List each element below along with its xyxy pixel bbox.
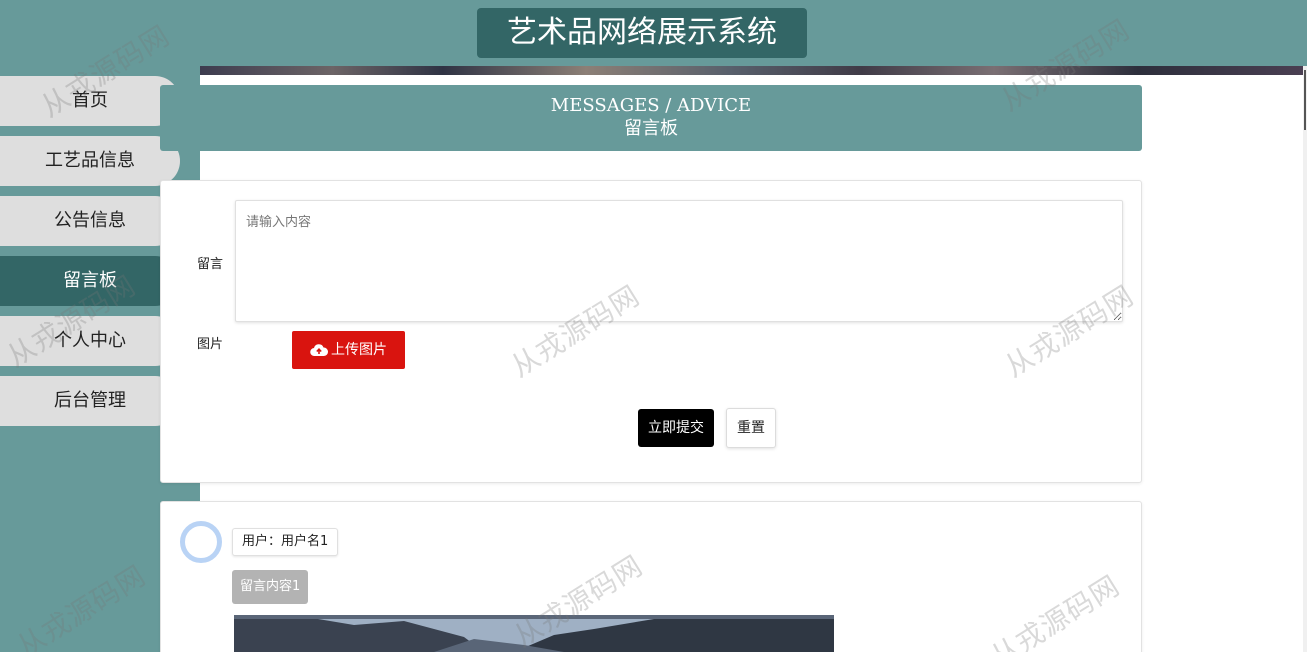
- avatar: [180, 521, 222, 563]
- upload-button-label: 上传图片: [331, 342, 387, 358]
- message-image: [234, 615, 834, 652]
- page-title-en: MESSAGES / ADVICE: [550, 95, 752, 116]
- sidebar-item-crafts[interactable]: 工艺品信息: [0, 136, 180, 186]
- message-textarea[interactable]: [235, 200, 1123, 322]
- reset-button[interactable]: 重置: [726, 408, 776, 448]
- scrollbar-thumb[interactable]: [1304, 70, 1306, 130]
- sidebar-item-messages[interactable]: 留言板: [0, 256, 180, 306]
- sidebar-item-profile[interactable]: 个人中心: [0, 316, 180, 366]
- site-title: 艺术品网络展示系统: [477, 8, 807, 58]
- cloud-upload-icon: [310, 344, 329, 357]
- scrollbar-track[interactable]: [1303, 66, 1307, 652]
- submit-button[interactable]: 立即提交: [638, 409, 714, 447]
- mountain-image: [234, 615, 834, 652]
- upload-image-button[interactable]: 上传图片: [292, 331, 405, 369]
- page-title-cn: 留言板: [624, 118, 678, 139]
- sidebar-item-home[interactable]: 首页: [0, 76, 180, 126]
- message-user: 用户：用户名1: [232, 528, 339, 556]
- image-label: 图片: [197, 337, 224, 352]
- sidebar-item-admin[interactable]: 后台管理: [0, 376, 180, 426]
- message-label: 留言: [197, 257, 224, 272]
- sidebar-item-notices[interactable]: 公告信息: [0, 196, 180, 246]
- top-header: 艺术品网络展示系统: [0, 0, 1307, 66]
- message-content: 留言内容1: [232, 570, 309, 604]
- banner-image: [200, 66, 1303, 75]
- page-header: MESSAGES / ADVICE 留言板: [160, 85, 1142, 151]
